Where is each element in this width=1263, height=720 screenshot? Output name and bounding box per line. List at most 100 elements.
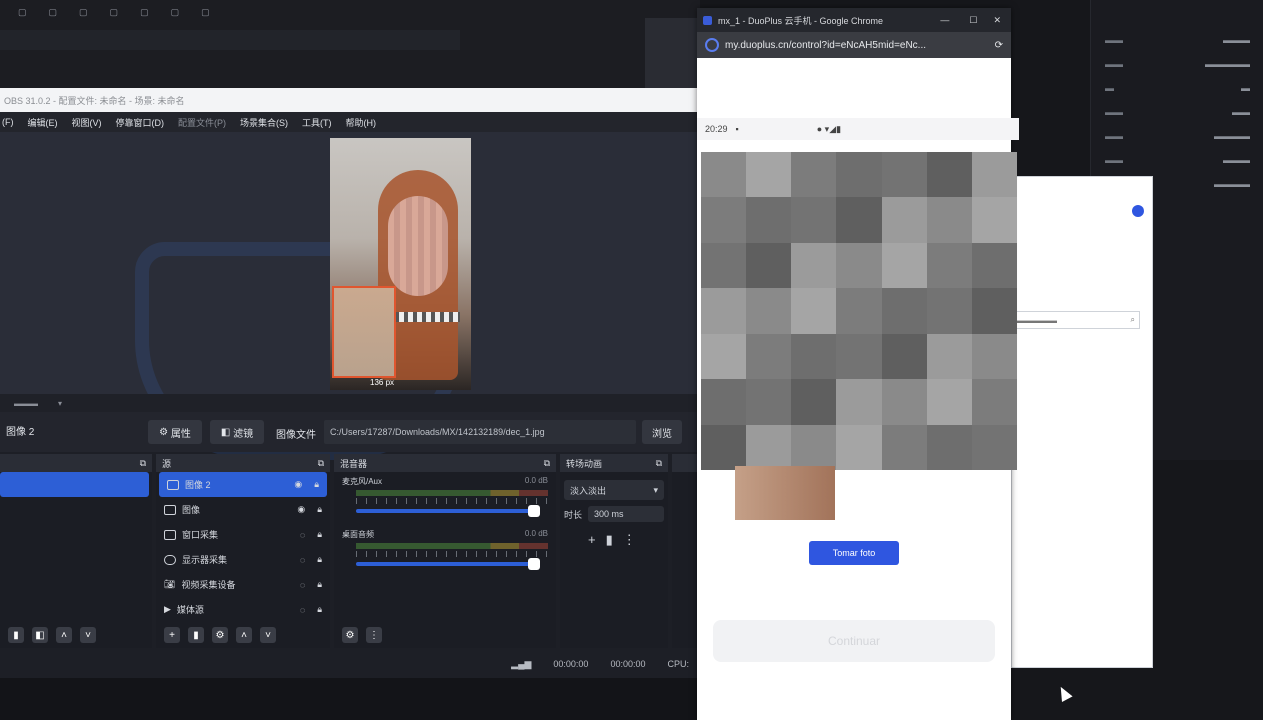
menu-item-help[interactable]: 帮助(H) xyxy=(346,116,377,129)
maximize-icon[interactable]: ☐ xyxy=(969,15,977,26)
scenes-dock-header: ⧉ xyxy=(0,454,152,472)
help-icon[interactable] xyxy=(1132,205,1144,217)
chevron-down-icon[interactable]: ˅ xyxy=(80,627,96,643)
source-item-video-capture[interactable]: 📷︎ 视频采集设备 ◌ 🔒︎ xyxy=(156,572,330,597)
eye-icon[interactable]: ◉ xyxy=(294,479,302,490)
lock-icon[interactable]: 🔒︎ xyxy=(314,479,319,490)
chevron-up-icon[interactable]: ˄ xyxy=(56,627,72,643)
transitions-title: 转场动画 xyxy=(566,458,603,469)
mosaic-block xyxy=(746,242,792,289)
plus-icon[interactable]: + xyxy=(164,627,180,643)
eye-off-icon[interactable]: ◌ xyxy=(300,530,305,540)
volume-slider[interactable] xyxy=(356,558,540,570)
bg-menu-item: ▢ xyxy=(79,6,88,17)
undock-icon[interactable]: ⧉ xyxy=(544,458,550,469)
mosaic-block xyxy=(836,288,882,334)
eye-icon[interactable]: ◉ xyxy=(297,504,305,515)
trash-icon[interactable]: ▮ xyxy=(606,532,613,548)
eye-off-icon[interactable]: ◌ xyxy=(300,580,305,590)
bg-menu-item: ▢ xyxy=(170,6,180,17)
image-path-field[interactable]: C:/Users/17287/Downloads/MX/142132189/de… xyxy=(324,420,636,444)
source-item-image[interactable]: 图像 ◉ 🔒︎ xyxy=(156,497,330,522)
source-item-display-capture[interactable]: 显示器采集 ◌ 🔒︎ xyxy=(156,547,330,572)
slider-knob[interactable] xyxy=(528,558,540,570)
selected-image-source-box[interactable] xyxy=(332,286,396,378)
chevron-down-icon[interactable]: ˅ xyxy=(260,627,276,643)
chevron-down-icon[interactable]: ▾ xyxy=(58,399,62,408)
lock-icon[interactable]: 🔒︎ xyxy=(317,529,322,540)
lock-icon[interactable]: 🔒︎ xyxy=(317,504,322,515)
filters-button[interactable]: ◧ 滤镜 xyxy=(210,420,264,444)
lock-icon[interactable]: 🔒︎ xyxy=(317,579,322,590)
property-row: ▬ ▬ xyxy=(1105,83,1250,93)
chrome-address-bar[interactable]: my.duoplus.cn/control?id=eNcAH5mid=eNc..… xyxy=(697,32,1011,58)
mosaic-block xyxy=(881,288,927,334)
channel-db: 0.0 dB xyxy=(524,476,548,485)
close-icon[interactable]: ✕ xyxy=(993,15,1001,26)
volume-slider[interactable] xyxy=(356,505,540,517)
obs-window: OBS 31.0.2 - 配置文件: 未命名 - 场景: 未命名 (F) 编辑(… xyxy=(0,88,711,678)
cpu-usage: CPU: xyxy=(667,659,689,669)
controls-dock xyxy=(672,454,697,648)
transition-select[interactable]: 淡入淡出 ▾ xyxy=(564,480,664,500)
minimize-icon[interactable]: — xyxy=(940,15,949,25)
extension-icon[interactable]: ⟳ xyxy=(995,40,1003,51)
signal-icon: ▂▄▆ xyxy=(511,658,532,669)
source-item-window-capture[interactable]: 窗口采集 ◌ 🔒︎ xyxy=(156,522,330,547)
mosaic-block xyxy=(701,333,747,380)
menu-item-docks[interactable]: 停靠窗口(D) xyxy=(116,116,165,129)
mosaic-block xyxy=(971,333,1017,380)
background-app-menu: ▢ ▢ ▢ ▢ ▢ ▢ ▢ xyxy=(0,0,488,24)
menu-item-view[interactable]: 视图(V) xyxy=(72,116,102,129)
more-icon[interactable]: ⋮ xyxy=(623,532,636,548)
trash-icon[interactable]: ▮ xyxy=(8,627,24,643)
phone-time: 20:29 xyxy=(705,124,728,134)
property-row: ▬▬ ▬▬ xyxy=(1105,107,1250,117)
mosaic-block xyxy=(791,288,837,334)
eye-off-icon[interactable]: ◌ xyxy=(300,555,305,565)
trash-icon[interactable]: ▮ xyxy=(188,627,204,643)
more-icon[interactable]: ⋮ xyxy=(366,627,382,643)
mosaic-block xyxy=(836,152,882,198)
scene-item-selected[interactable] xyxy=(0,472,149,497)
undock-icon[interactable]: ⧉ xyxy=(656,458,662,469)
take-photo-button[interactable]: Tomar foto xyxy=(809,541,899,565)
source-item-image-2[interactable]: 图像 2 ◉ 🔒︎ xyxy=(159,472,327,497)
plus-icon[interactable]: + xyxy=(588,532,596,548)
obs-title: OBS 31.0.2 - 配置文件: 未命名 - 场景: 未命名 xyxy=(4,95,185,106)
continue-button[interactable]: Continuar xyxy=(713,620,995,662)
menu-item-edit[interactable]: 编辑(E) xyxy=(28,116,58,129)
menu-item-scene-collection[interactable]: 场景集合(S) xyxy=(240,116,288,129)
mosaic-block xyxy=(926,379,972,425)
filter-icon[interactable]: ◧ xyxy=(32,627,48,643)
mosaic-block xyxy=(926,152,972,198)
browse-button[interactable]: 浏览 xyxy=(642,420,682,444)
mosaic-block xyxy=(836,424,882,470)
lock-icon[interactable]: 🔒︎ xyxy=(317,554,322,565)
mosaic-block xyxy=(701,242,747,289)
undock-icon[interactable]: ⧉ xyxy=(140,458,146,469)
camera-icon: 📷︎ xyxy=(164,579,176,589)
properties-button[interactable]: ⚙ 属性 xyxy=(148,420,202,444)
chevron-up-icon[interactable]: ˄ xyxy=(236,627,252,643)
gear-icon[interactable]: ⚙ xyxy=(342,627,358,643)
window-icon xyxy=(164,529,176,540)
preview-source-image[interactable]: 136 px xyxy=(330,138,471,390)
gear-icon[interactable]: ⚙ xyxy=(212,627,228,643)
obs-preview-canvas[interactable]: 136 px xyxy=(0,132,697,460)
eye-off-icon[interactable]: ◌ xyxy=(300,605,305,615)
source-item-media-source[interactable]: ▶ 媒体源 ◌ 🔒︎ xyxy=(156,597,330,622)
dialog-search-box[interactable]: ▬▬▬▬▬ ⌕ xyxy=(1012,311,1140,329)
transition-toolbar: + ▮ ⋮ xyxy=(588,532,668,548)
menu-item-profile[interactable]: 配置文件(P) xyxy=(178,116,226,129)
slider-knob[interactable] xyxy=(528,505,540,517)
mosaic-block xyxy=(746,288,792,334)
lock-icon[interactable]: 🔒︎ xyxy=(317,604,322,615)
undock-icon[interactable]: ⧉ xyxy=(318,458,324,469)
menu-item-file[interactable]: (F) xyxy=(2,117,14,127)
phone-status-bar: 20:29 ▪ ● ▾◢▮ xyxy=(697,118,1019,140)
menu-item-tools[interactable]: 工具(T) xyxy=(302,116,332,129)
duration-input[interactable]: 300 ms xyxy=(588,506,664,522)
photo-thumbnail[interactable] xyxy=(735,466,835,520)
url-text[interactable]: my.duoplus.cn/control?id=eNcAH5mid=eNc..… xyxy=(725,40,926,51)
